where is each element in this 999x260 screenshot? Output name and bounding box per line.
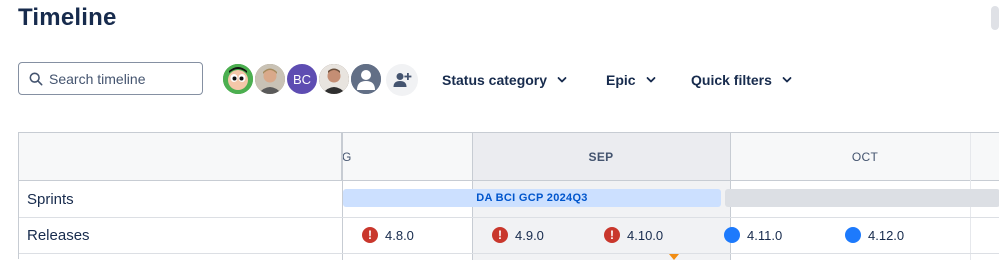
- today-marker: [669, 254, 679, 260]
- avatar[interactable]: [253, 62, 287, 96]
- avatar-initials: BC: [292, 71, 312, 87]
- row-label-releases: Releases: [27, 227, 90, 244]
- avatar[interactable]: BC: [285, 62, 319, 96]
- filter-quick-filters[interactable]: Quick filters: [691, 66, 792, 94]
- month-header: OCT: [730, 133, 999, 181]
- exclamation-icon: !: [492, 227, 508, 243]
- sprint-bar-future[interactable]: [725, 189, 999, 207]
- avatar[interactable]: [317, 62, 351, 96]
- page-title: Timeline: [18, 4, 117, 31]
- release-marker[interactable]: 4.12.0: [845, 227, 904, 243]
- release-dot-icon: [724, 227, 740, 243]
- person-photo-icon: [255, 64, 285, 94]
- chevron-down-icon: [646, 77, 655, 83]
- exclamation-icon: !: [362, 227, 378, 243]
- grid-header-corner: [19, 133, 342, 181]
- sprint-label: DA BCI GCP 2024Q3: [476, 192, 588, 204]
- avatar[interactable]: [349, 62, 383, 96]
- row-divider: [19, 253, 999, 254]
- filter-epic[interactable]: Epic: [606, 66, 656, 94]
- sprint-bar-active[interactable]: DA BCI GCP 2024Q3: [343, 189, 721, 207]
- release-label: 4.11.0: [747, 227, 783, 243]
- release-label: 4.9.0: [515, 227, 544, 243]
- timeline-grid: G SEP OCT Sprints Releases DA BCI GCP 20…: [18, 132, 999, 260]
- row-label-sprints: Sprints: [27, 191, 74, 208]
- search-icon: [29, 72, 43, 85]
- filter-label: Status category: [442, 72, 548, 88]
- add-person-icon: [393, 73, 412, 87]
- default-user-icon: [351, 64, 381, 94]
- release-label: 4.10.0: [627, 227, 664, 243]
- page-scrollbar-thumb[interactable]: [991, 6, 999, 30]
- avatar[interactable]: [221, 62, 255, 96]
- release-dot-icon: [845, 227, 861, 243]
- person-photo-icon: [319, 64, 349, 94]
- release-marker[interactable]: 4.11.0: [724, 227, 782, 243]
- release-label: 4.8.0: [385, 227, 414, 243]
- filter-label: Quick filters: [691, 72, 772, 88]
- month-label: OCT: [851, 149, 879, 164]
- row-divider: [19, 217, 999, 218]
- filter-label: Epic: [606, 72, 636, 88]
- month-header: G: [342, 133, 472, 181]
- exclamation-icon: !: [604, 227, 620, 243]
- release-marker[interactable]: ! 4.8.0: [362, 227, 414, 243]
- release-marker[interactable]: ! 4.9.0: [492, 227, 544, 243]
- release-marker[interactable]: ! 4.10.0: [604, 227, 663, 243]
- add-people-button[interactable]: [386, 64, 418, 96]
- release-label: 4.12.0: [868, 227, 905, 243]
- month-label: SEP: [588, 149, 614, 164]
- chevron-down-icon: [782, 77, 792, 83]
- search-input-container[interactable]: [18, 62, 203, 95]
- chevron-down-icon: [557, 77, 567, 83]
- cartoon-avatar-icon: [223, 64, 253, 94]
- filter-status-category[interactable]: Status category: [442, 66, 567, 94]
- search-input[interactable]: [49, 70, 189, 87]
- month-header-current: SEP: [472, 133, 730, 181]
- month-label: G: [342, 149, 352, 164]
